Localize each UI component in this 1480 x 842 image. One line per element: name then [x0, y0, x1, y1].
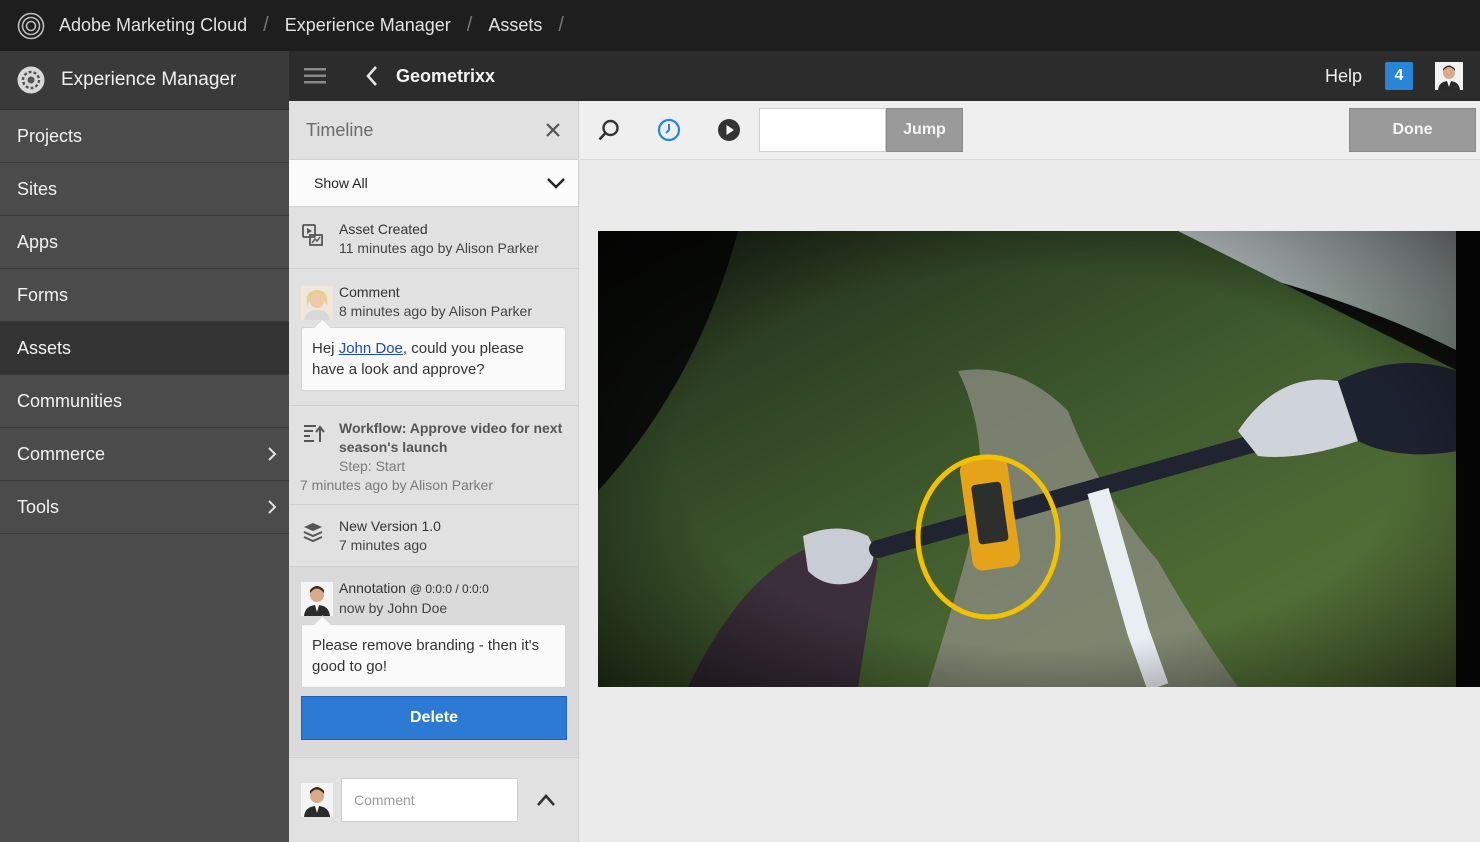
- chevron-up-icon[interactable]: [536, 793, 556, 807]
- sidebar-item-label: Commerce: [17, 443, 106, 464]
- timeline-header: Timeline: [289, 101, 578, 160]
- comment-input[interactable]: [341, 778, 518, 822]
- sidebar-item-label: Sites: [17, 178, 58, 199]
- sidebar-item-forms[interactable]: Forms: [0, 269, 289, 322]
- asset-created-icon: [302, 224, 323, 246]
- search-icon[interactable]: [597, 118, 621, 142]
- sidebar-header[interactable]: Experience Manager: [0, 51, 289, 110]
- sidebar-item-commerce[interactable]: Commerce: [0, 428, 289, 481]
- event-meta: 7 minutes ago by Alison Parker: [300, 477, 493, 493]
- chevron-down-icon: [547, 178, 565, 189]
- breadcrumb-experience-manager[interactable]: Experience Manager: [285, 15, 451, 36]
- timeline-event-new-version[interactable]: New Version 1.0 7 minutes ago: [289, 505, 578, 567]
- jump-time-input[interactable]: [759, 108, 886, 152]
- sidebar-item-label: Assets: [17, 337, 72, 358]
- adobe-marketing-cloud-logo-icon[interactable]: [17, 12, 45, 40]
- event-title: Comment: [339, 284, 400, 300]
- timeline-filter-select[interactable]: Show All: [289, 160, 578, 207]
- alison-parker-avatar: [301, 286, 333, 320]
- sidebar-item-assets[interactable]: Assets: [0, 322, 289, 375]
- hamburger-menu-icon[interactable]: [304, 67, 326, 85]
- page-title: Geometrixx: [396, 65, 496, 86]
- event-meta: now by John Doe: [339, 600, 448, 616]
- event-meta: 7 minutes ago: [339, 537, 427, 553]
- event-title: Workflow: Approve video for next season'…: [339, 420, 563, 455]
- event-title: Asset Created: [339, 221, 428, 237]
- annotation-timecode: @ 0:0:0 / 0:0:0: [409, 582, 489, 596]
- workflow-step: Step: Start: [339, 458, 406, 474]
- sidebar-item-label: Projects: [17, 125, 83, 146]
- sidebar-title: Experience Manager: [61, 69, 237, 90]
- layers-icon: [303, 523, 323, 543]
- sidebar-item-label: Forms: [17, 284, 68, 305]
- sidebar-item-projects[interactable]: Projects: [0, 110, 289, 163]
- help-link[interactable]: Help: [1325, 66, 1362, 87]
- john-doe-avatar: [301, 582, 333, 616]
- timeline-event-annotation[interactable]: Annotation @ 0:0:0 / 0:0:0 now by John D…: [289, 567, 578, 756]
- breadcrumb-separator: /: [558, 14, 564, 36]
- filter-value: Show All: [314, 175, 368, 191]
- app-header: Geometrixx Help 4: [289, 51, 1480, 101]
- notification-badge[interactable]: 4: [1385, 62, 1413, 90]
- user-avatar[interactable]: [1435, 62, 1463, 90]
- user-mention-link[interactable]: John Doe: [339, 340, 403, 357]
- timeline-clock-icon[interactable]: [657, 118, 681, 142]
- sidebar-item-label: Communities: [17, 390, 123, 411]
- event-title: New Version 1.0: [339, 518, 441, 534]
- timeline-event-workflow[interactable]: Workflow: Approve video for next season'…: [289, 406, 578, 505]
- chevron-right-icon: [268, 447, 277, 461]
- back-arrow-icon[interactable]: [364, 65, 380, 87]
- timeline-title: Timeline: [306, 119, 374, 140]
- global-bar: Adobe Marketing Cloud / Experience Manag…: [0, 0, 1480, 51]
- breadcrumb-marketing-cloud[interactable]: Adobe Marketing Cloud: [59, 15, 247, 36]
- current-user-avatar: [301, 783, 333, 817]
- jump-button[interactable]: Jump: [886, 108, 963, 152]
- workflow-icon: [304, 425, 325, 442]
- sidebar-item-apps[interactable]: Apps: [0, 216, 289, 269]
- close-icon[interactable]: [546, 123, 560, 137]
- timeline-panel: Timeline Show All Asset Created 11 minut…: [289, 101, 579, 842]
- sidebar-item-label: Apps: [17, 231, 59, 252]
- event-title: Annotation: [339, 580, 406, 596]
- video-preview[interactable]: [598, 231, 1480, 687]
- event-meta: 11 minutes ago by Alison Parker: [339, 240, 539, 256]
- comment-bubble: Hej John Doe, could you please have a lo…: [301, 327, 566, 391]
- breadcrumb-assets[interactable]: Assets: [488, 15, 542, 36]
- sidebar-item-sites[interactable]: Sites: [0, 163, 289, 216]
- sidebar-item-tools[interactable]: Tools: [0, 481, 289, 534]
- breadcrumb-separator: /: [263, 14, 269, 36]
- chevron-right-icon: [268, 500, 277, 514]
- sidebar: Experience Manager Projects Sites Apps F…: [0, 51, 289, 842]
- breadcrumb-separator: /: [466, 14, 473, 36]
- timeline-event-asset-created[interactable]: Asset Created 11 minutes ago by Alison P…: [289, 207, 578, 269]
- play-icon[interactable]: [717, 118, 741, 142]
- delete-button[interactable]: Delete: [301, 696, 567, 740]
- annotation-comment-bubble: Please remove branding - then it's good …: [301, 624, 566, 688]
- timeline-event-comment[interactable]: Comment 8 minutes ago by Alison Parker H…: [289, 269, 578, 406]
- comment-text-prefix: Hej: [312, 340, 339, 357]
- video-frame-image: [598, 231, 1480, 687]
- event-meta: 8 minutes ago by Alison Parker: [339, 303, 532, 319]
- sidebar-item-label: Tools: [17, 496, 60, 517]
- comment-composer: [289, 757, 579, 842]
- sidebar-item-communities[interactable]: Communities: [0, 375, 289, 428]
- experience-manager-logo-icon: [17, 66, 45, 94]
- viewer-toolbar: Jump Done: [580, 101, 1480, 160]
- done-button[interactable]: Done: [1349, 108, 1476, 152]
